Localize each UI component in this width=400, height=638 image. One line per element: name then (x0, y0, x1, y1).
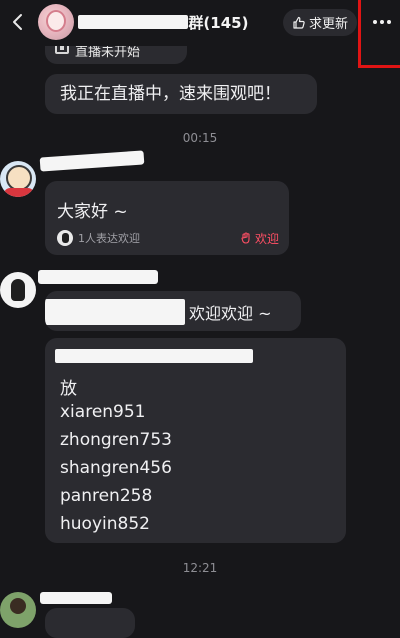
avatar-figure (10, 598, 26, 614)
list-line: xiaren951 (60, 402, 146, 422)
avatar[interactable] (0, 161, 36, 197)
chat-header: 1群(145) 求更新 (0, 0, 400, 46)
sender-name-redacted (38, 270, 158, 284)
list-line: 放 (60, 379, 77, 399)
wave-hand-icon (241, 232, 250, 244)
group-title[interactable]: 1群(145) (178, 12, 248, 33)
timestamp: 12:21 (182, 561, 218, 575)
partial-message[interactable] (45, 608, 135, 638)
thumbs-up-icon (293, 16, 305, 29)
live-announcement-message[interactable]: 我正在直播中，速来围观吧！ (45, 74, 317, 114)
request-update-button[interactable]: 求更新 (283, 9, 357, 36)
list-line: zhongren753 (60, 430, 172, 450)
group-name-redacted (78, 15, 188, 29)
more-button-highlight (358, 0, 400, 68)
group-avatar-face (46, 10, 66, 32)
timestamp: 00:15 (182, 131, 218, 145)
name-list-message[interactable]: 放 xiaren951 zhongren753 shangren456 panr… (45, 338, 346, 543)
back-button[interactable] (8, 10, 28, 34)
sender-name-redacted (40, 592, 112, 604)
welcome-button[interactable]: 欢迎 (241, 230, 279, 246)
avatar[interactable] (0, 592, 36, 628)
welcome-message[interactable]: 欢迎欢迎 ~ (45, 291, 301, 331)
welcome-button-label: 欢迎 (254, 231, 279, 246)
message-redacted (55, 349, 253, 363)
chevron-left-icon (13, 14, 22, 30)
group-avatar[interactable] (38, 4, 74, 40)
mini-avatar (57, 230, 73, 246)
avatar[interactable] (0, 272, 36, 308)
list-line: shangren456 (60, 458, 172, 478)
avatar-shirt (4, 188, 34, 197)
avatar-figure (11, 279, 25, 301)
greeting-text: 大家好 ~ (57, 202, 128, 222)
message-redacted (45, 299, 185, 325)
welcome-message-text: 欢迎欢迎 ~ (189, 304, 272, 323)
list-line: huoyin852 (60, 514, 150, 534)
greeting-message-card[interactable]: 大家好 ~ 1人表达欢迎 欢迎 (45, 181, 289, 255)
request-update-label: 求更新 (308, 17, 348, 32)
welcome-count: 1人表达欢迎 (57, 230, 140, 246)
list-line: panren258 (60, 486, 153, 506)
sender-name-redacted (39, 150, 145, 172)
welcome-count-text: 1人表达欢迎 (78, 232, 140, 245)
